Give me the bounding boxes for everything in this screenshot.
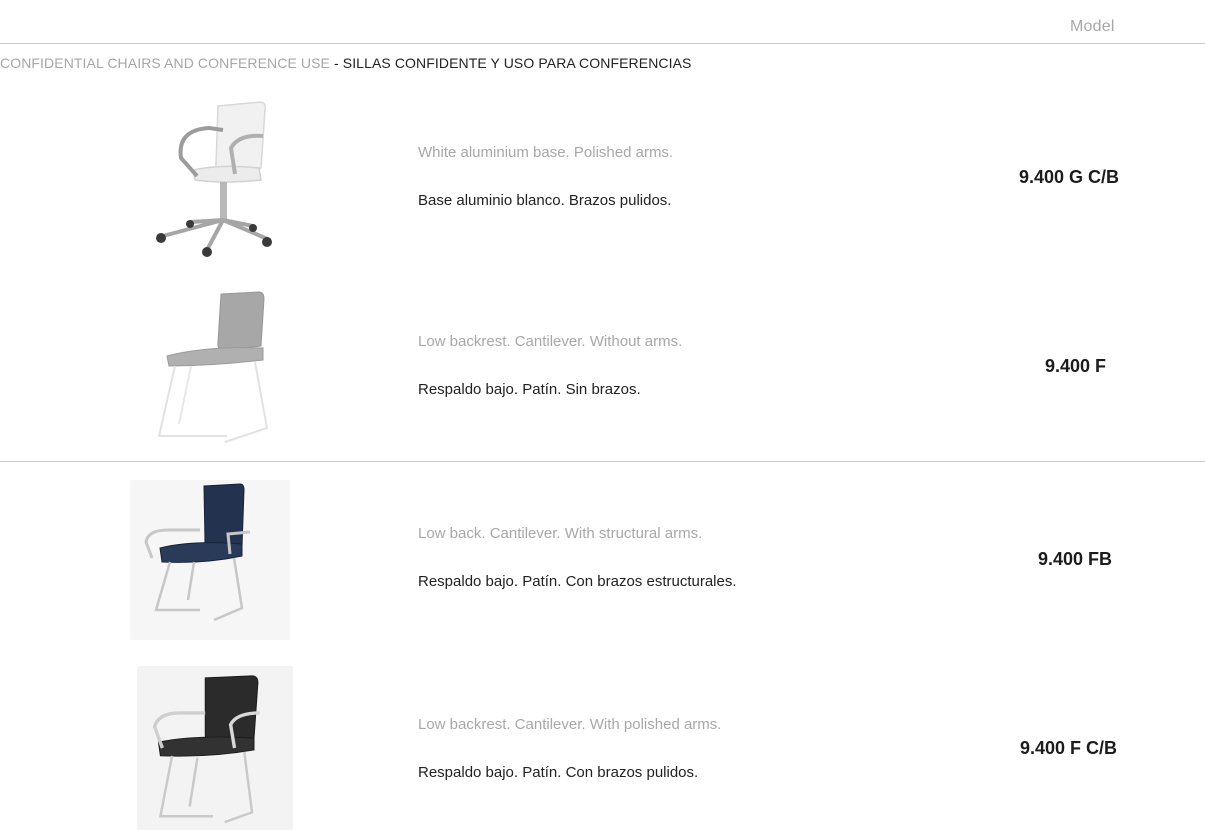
section-title: CONFIDENTIAL CHAIRS AND CONFERENCE USE -… xyxy=(0,55,692,71)
product-model-code: 9.400 FB xyxy=(1038,549,1113,569)
section-title-english: CONFIDENTIAL CHAIRS AND CONFERENCE USE xyxy=(0,55,330,71)
section-divider xyxy=(0,461,1205,462)
chair-illustration xyxy=(152,675,260,824)
chair-image-white-swivel xyxy=(135,98,295,258)
header-divider xyxy=(0,43,1205,44)
product-model-code: 9.400 F C/B xyxy=(1020,738,1118,758)
product-model-code: 9.400 F xyxy=(1045,356,1107,376)
chair-image-grey-sled xyxy=(135,286,295,446)
chair-illustration xyxy=(144,483,251,622)
product-description-english: Low back. Cantilever. With structural ar… xyxy=(418,525,703,542)
section-title-separator: - xyxy=(330,55,343,71)
section-title-spanish: SILLAS CONFIDENTE Y USO PARA CONFERENCIA… xyxy=(342,55,692,71)
product-description-english: Low backrest. Cantilever. Without arms. xyxy=(418,333,683,350)
product-description-spanish: Base aluminio blanco. Brazos pulidos. xyxy=(418,192,672,209)
product-description-spanish: Respaldo bajo. Patín. Sin brazos. xyxy=(418,381,641,398)
product-description-english: Low backrest. Cantilever. With polished … xyxy=(418,716,722,733)
product-description-english: White aluminium base. Polished arms. xyxy=(418,144,674,161)
product-description-spanish: Respaldo bajo. Patín. Con brazos pulidos… xyxy=(418,764,699,781)
chair-illustration xyxy=(157,291,269,443)
product-description-spanish: Respaldo bajo. Patín. Con brazos estruct… xyxy=(418,573,737,590)
chair-image-navy-sled xyxy=(130,480,290,640)
chair-image-black-sled xyxy=(137,666,293,830)
chair-illustration xyxy=(156,101,272,257)
model-column-header: Model xyxy=(1070,18,1115,35)
product-model-code: 9.400 G C/B xyxy=(1019,167,1120,187)
